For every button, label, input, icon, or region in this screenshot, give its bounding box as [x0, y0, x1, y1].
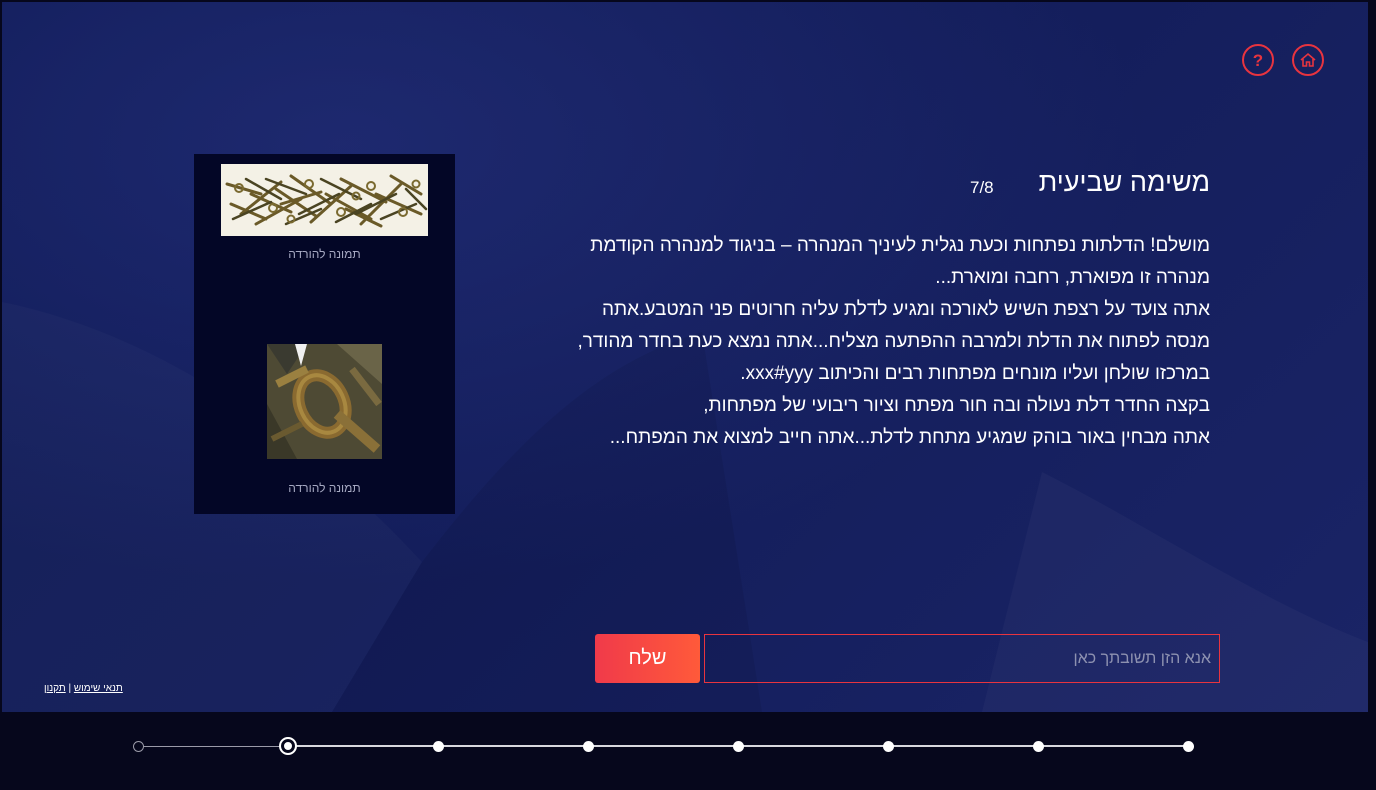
- timeline-step-5: [732, 740, 744, 752]
- task-paragraph: בקצה החדר דלת נעולה ובה חור מפתח וציור ר…: [703, 395, 1210, 416]
- keys-pile-image[interactable]: [221, 164, 428, 236]
- timeline-step-8: [1182, 740, 1194, 752]
- main-background: ? משימה שביעית 7/8 מושלם! הדלתות נפתחות …: [2, 2, 1368, 712]
- progress-timeline: [0, 712, 1376, 790]
- answer-input[interactable]: [704, 634, 1220, 683]
- page-title: משימה שביעית: [1038, 167, 1210, 197]
- timeline-step-1: [132, 740, 144, 752]
- task-description: מושלם! הדלתות נפתחות וכעת נגלית לעיניך ה…: [560, 230, 1210, 454]
- images-panel: תמונה להורדה תמונה להורדה: [194, 154, 455, 514]
- timeline-step-6: [882, 740, 894, 752]
- home-icon: [1300, 52, 1316, 67]
- task-paragraph: אתה צועד על רצפת השיש לאורכה ומגיע לדלת …: [577, 299, 1210, 384]
- task-paragraph: אתה מבחין באור בוהק שמגיע מתחת לדלת...את…: [609, 427, 1210, 448]
- timeline-step-7: [1032, 740, 1044, 752]
- key-closeup-image[interactable]: [267, 344, 382, 459]
- progress-counter: 7/8: [970, 178, 994, 197]
- task-paragraph: מושלם! הדלתות נפתחות וכעת נגלית לעיניך ה…: [590, 235, 1210, 288]
- timeline-step-3: [432, 740, 444, 752]
- timeline-step-4: [582, 740, 594, 752]
- rules-link[interactable]: תקנון: [44, 683, 66, 694]
- help-button[interactable]: ?: [1242, 44, 1274, 76]
- home-button[interactable]: [1292, 44, 1324, 76]
- footer-separator: |: [68, 683, 72, 694]
- download-image-link[interactable]: תמונה להורדה: [194, 481, 455, 495]
- footer-links: תנאי שימוש | תקנון: [44, 683, 123, 694]
- send-button[interactable]: שלח: [595, 634, 700, 683]
- terms-link[interactable]: תנאי שימוש: [74, 683, 123, 694]
- question-mark-icon: ?: [1252, 50, 1264, 70]
- timeline-step-2: [279, 737, 297, 755]
- download-image-link[interactable]: תמונה להורדה: [194, 247, 455, 261]
